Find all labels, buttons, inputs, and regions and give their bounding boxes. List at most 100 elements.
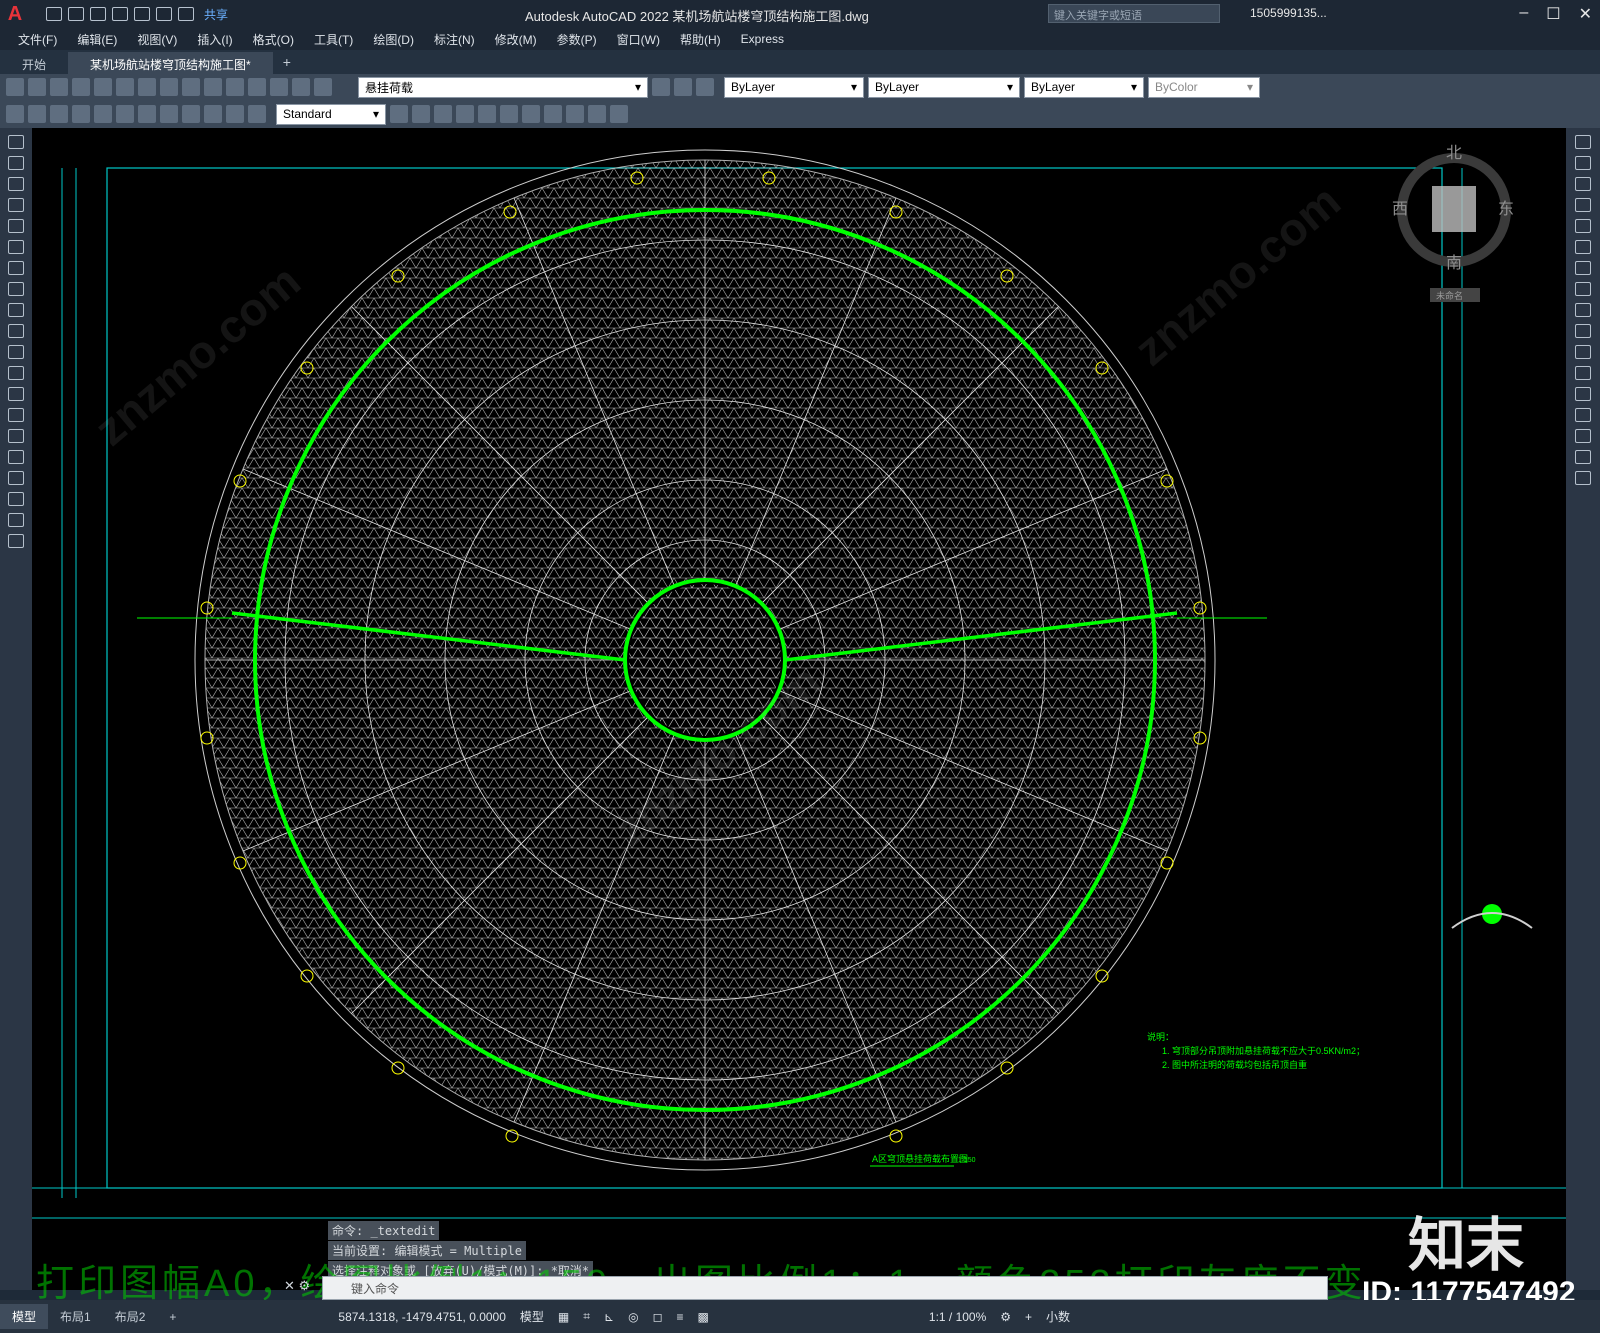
menu-insert[interactable]: 插入(I) (197, 31, 232, 48)
drawing-canvas[interactable]: 北 南 东 西 未命名 说明： 1. 穹顶部分吊顶附加悬挂荷载不应大于0.5KN… (32, 128, 1566, 1290)
construction-line-icon[interactable] (8, 156, 24, 170)
make-block-icon[interactable] (8, 387, 24, 401)
osnap-icon[interactable]: ◻ (653, 1310, 663, 1324)
redo-icon[interactable] (204, 78, 222, 96)
menu-modify[interactable]: 修改(M) (495, 31, 537, 48)
print-icon[interactable] (72, 78, 90, 96)
menu-file[interactable]: 文件(F) (18, 31, 57, 48)
snap-icon[interactable]: ⌗ (583, 1309, 590, 1324)
open-icon[interactable] (28, 78, 46, 96)
add-layout-icon[interactable]: + (157, 1306, 188, 1328)
save-icon[interactable] (90, 7, 106, 21)
line-icon[interactable] (8, 135, 24, 149)
region-icon[interactable] (8, 471, 24, 485)
plus-icon[interactable]: + (1025, 1310, 1032, 1324)
search-input[interactable]: 键入关键字或短语 (1048, 4, 1220, 23)
new-icon[interactable] (6, 78, 24, 96)
tab-layout1[interactable]: 布局1 (48, 1304, 103, 1329)
ellipse-arc-icon[interactable] (8, 345, 24, 359)
copy-object-icon[interactable] (1575, 156, 1591, 170)
plotstyle-dropdown[interactable]: ByColor ▾ (1148, 76, 1260, 98)
layer-tool-icon[interactable] (652, 78, 670, 96)
insert-block-icon[interactable] (8, 366, 24, 380)
arc-dim-icon[interactable] (50, 105, 68, 123)
mirror-icon[interactable] (1575, 177, 1591, 191)
ellipse-icon[interactable] (8, 324, 24, 338)
cut-icon[interactable] (116, 78, 134, 96)
hatch-icon[interactable] (8, 429, 24, 443)
menu-format[interactable]: 格式(O) (253, 31, 294, 48)
stretch-icon[interactable] (1575, 303, 1591, 317)
new-icon[interactable] (46, 7, 62, 21)
continue-dim-icon[interactable] (182, 105, 200, 123)
viewcube-east[interactable]: 东 (1498, 200, 1514, 218)
scale-icon[interactable] (1575, 282, 1591, 296)
viewcube-box[interactable] (1432, 186, 1476, 232)
lineweight-icon[interactable]: ≡ (677, 1310, 684, 1324)
menu-edit[interactable]: 编辑(E) (77, 31, 117, 48)
solid-cone-icon[interactable] (434, 105, 452, 123)
transparency-icon[interactable]: ▩ (698, 1310, 709, 1324)
paste-icon[interactable] (160, 78, 178, 96)
minimize-icon[interactable]: – (1519, 4, 1528, 24)
menu-dimension[interactable]: 标注(N) (434, 31, 475, 48)
viewcube-west[interactable]: 西 (1392, 201, 1408, 218)
gradient-icon[interactable] (8, 450, 24, 464)
render-icon[interactable] (610, 105, 628, 123)
undo-icon[interactable] (156, 7, 172, 21)
subtract-icon[interactable] (544, 105, 562, 123)
revcloud-icon[interactable] (8, 282, 24, 296)
mtext-icon[interactable] (8, 513, 24, 527)
erase-icon[interactable] (1575, 135, 1591, 149)
model-space-toggle[interactable]: 模型 (520, 1308, 544, 1325)
annotation-scale[interactable]: 1:1 / 100% (929, 1310, 986, 1324)
ortho-icon[interactable]: ⊾ (604, 1310, 614, 1324)
copy-icon[interactable] (138, 78, 156, 96)
linear-dim-icon[interactable] (6, 105, 24, 123)
extrude-icon[interactable] (478, 105, 496, 123)
add-selected-icon[interactable] (8, 534, 24, 548)
grid-icon[interactable]: ▦ (558, 1310, 569, 1324)
intersect-icon[interactable] (566, 105, 584, 123)
close-icon[interactable]: ✕ (1579, 4, 1592, 24)
layer-match-icon[interactable] (674, 78, 692, 96)
user-account[interactable]: 1505999135... (1250, 6, 1327, 20)
polyline-icon[interactable] (8, 177, 24, 191)
settings-icon[interactable]: ⚙ (1000, 1310, 1011, 1324)
table-icon[interactable] (8, 492, 24, 506)
offset-icon[interactable] (1575, 198, 1591, 212)
menu-tools[interactable]: 工具(T) (314, 31, 353, 48)
ordinate-dim-icon[interactable] (72, 105, 90, 123)
shade-icon[interactable] (588, 105, 606, 123)
extend-icon[interactable] (1575, 345, 1591, 359)
chamfer-icon[interactable] (1575, 408, 1591, 422)
fillet-icon[interactable] (1575, 429, 1591, 443)
menu-window[interactable]: 窗口(W) (617, 31, 660, 48)
close-command-icon[interactable]: ✕ ⚙ (284, 1278, 310, 1294)
viewcube-south[interactable]: 南 (1446, 254, 1462, 272)
dim-edit-icon[interactable] (248, 105, 266, 123)
menu-draw[interactable]: 绘图(D) (373, 31, 414, 48)
color-dropdown[interactable]: ByLayer ▾ (724, 76, 864, 98)
saveas-icon[interactable] (112, 7, 128, 21)
menu-express[interactable]: Express (741, 32, 784, 46)
tab-drawing[interactable]: 某机场航站楼穹顶结构施工图* (68, 52, 273, 74)
add-tab-icon[interactable]: + (283, 54, 291, 74)
baseline-dim-icon[interactable] (160, 105, 178, 123)
layer-dropdown[interactable]: 悬挂荷载 ▾ (358, 76, 648, 98)
diameter-dim-icon[interactable] (116, 105, 134, 123)
autocad-logo[interactable]: A (0, 0, 30, 28)
tolerance-icon[interactable] (204, 105, 222, 123)
tab-start[interactable]: 开始 (0, 52, 68, 74)
solid-box-icon[interactable] (390, 105, 408, 123)
blend-icon[interactable] (1575, 450, 1591, 464)
join-icon[interactable] (1575, 387, 1591, 401)
linetype-dropdown[interactable]: ByLayer ▾ (868, 76, 1020, 98)
point-icon[interactable] (8, 408, 24, 422)
rectangle-icon[interactable] (8, 219, 24, 233)
properties-icon[interactable] (270, 78, 288, 96)
plot-icon[interactable] (134, 7, 150, 21)
angular-dim-icon[interactable] (138, 105, 156, 123)
text-style-dropdown[interactable]: Standard ▾ (276, 103, 386, 125)
tab-layout2[interactable]: 布局2 (103, 1304, 158, 1329)
